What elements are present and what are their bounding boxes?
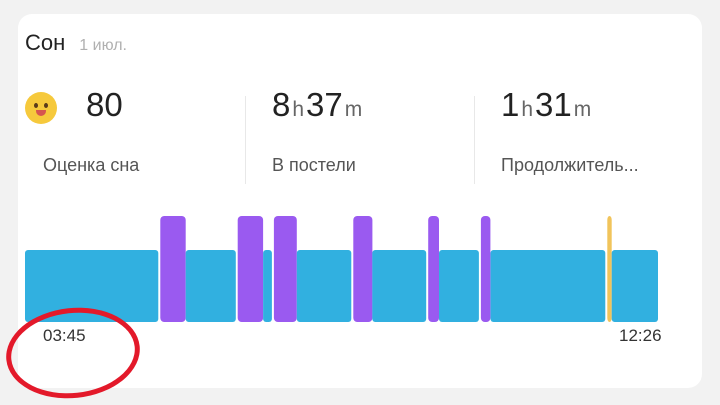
duration-label: Продолжитель... (501, 155, 639, 175)
card-header: Сон 1 июл. (25, 30, 127, 56)
sleep-stage-light-bar (185, 250, 236, 322)
chart-end-time: 12:26 (619, 326, 662, 345)
sleep-stage-light-bar (490, 250, 606, 322)
sleep-score-value: 80 (86, 86, 123, 123)
sleep-stage-rem-bar (480, 216, 491, 322)
sleep-stage-light-bar (263, 250, 272, 322)
sleep-stage-light-bar (611, 250, 658, 322)
sleep-stage-rem-bar (237, 216, 264, 322)
card-title: Сон (25, 30, 66, 55)
smiling-face-icon (25, 92, 57, 124)
sleep-stage-chart[interactable] (25, 200, 660, 322)
card-date: 1 июл. (79, 37, 127, 54)
in-bed-value: 8 h 37 m (272, 86, 363, 123)
sleep-stage-rem-bar (353, 216, 373, 322)
sleep-stage-rem-bar (428, 216, 439, 322)
in-bed-label: В постели (272, 155, 356, 175)
metric-divider (245, 96, 246, 184)
sleep-stage-awake-bar (607, 216, 612, 322)
sleep-stage-rem-bar (273, 216, 297, 322)
sleep-stage-light-bar (372, 250, 427, 322)
duration-value: 1 h 31 m (501, 86, 592, 123)
sleep-stage-rem-bar (160, 216, 186, 322)
sleep-stage-light-bar (296, 250, 352, 322)
metric-divider (474, 96, 475, 184)
sleep-stage-light-bar (439, 250, 479, 322)
sleep-score-label: Оценка сна (43, 155, 140, 175)
